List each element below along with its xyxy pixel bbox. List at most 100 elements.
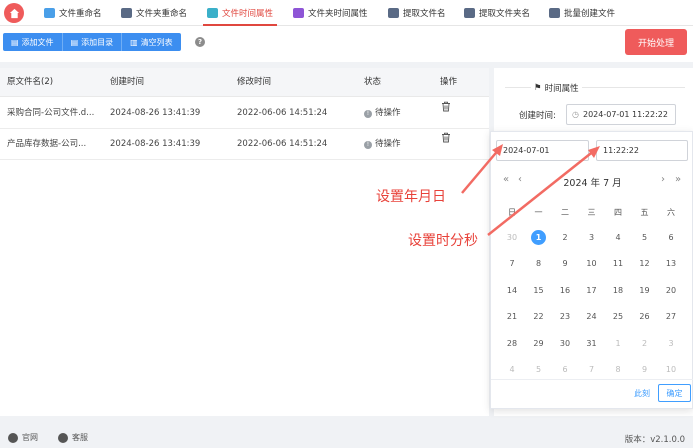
picker-date-input[interactable]: 2024-07-01 bbox=[496, 140, 589, 161]
calendar-day[interactable]: 8 bbox=[605, 361, 631, 379]
calendar-day[interactable]: 24 bbox=[579, 308, 605, 326]
calendar-day[interactable]: 1 bbox=[605, 335, 631, 353]
next-year-button[interactable]: » bbox=[675, 174, 681, 185]
cell-created: 2024-08-26 13:41:39 bbox=[110, 108, 201, 118]
flag-icon: ⚑ bbox=[534, 83, 542, 93]
calendar-day-label: 22 bbox=[533, 312, 544, 321]
calendar-day[interactable]: 2 bbox=[632, 335, 658, 353]
calendar-day[interactable]: 20 bbox=[658, 282, 684, 300]
next-month-button[interactable]: › bbox=[661, 174, 665, 185]
calendar-day[interactable]: 25 bbox=[605, 308, 631, 326]
start-process-button[interactable]: 开始处理 bbox=[625, 29, 687, 55]
calendar-day[interactable]: 15 bbox=[526, 282, 552, 300]
calendar-day[interactable]: 9 bbox=[632, 361, 658, 379]
confirm-button[interactable]: 确定 bbox=[658, 384, 691, 402]
calendar-day-label: 27 bbox=[665, 312, 677, 321]
prev-month-button[interactable]: ‹ bbox=[518, 174, 522, 185]
delete-row-button[interactable] bbox=[441, 126, 451, 157]
calendar-day[interactable]: 19 bbox=[632, 282, 658, 300]
calendar-day[interactable]: 30 bbox=[499, 229, 525, 247]
calendar-day-label: 7 bbox=[509, 259, 515, 268]
calendar-day-label: 28 bbox=[506, 338, 518, 348]
support-label: 客服 bbox=[72, 433, 88, 442]
delete-row-button[interactable] bbox=[441, 95, 451, 126]
calendar-day[interactable]: 30 bbox=[552, 335, 578, 353]
calendar-day[interactable]: 3 bbox=[579, 229, 605, 247]
tab-folder-time[interactable]: 文件夹时间属性 bbox=[293, 0, 368, 26]
calendar-day[interactable]: 18 bbox=[605, 282, 631, 300]
calendar-day[interactable]: 8 bbox=[526, 255, 552, 273]
status-icon: ! bbox=[364, 140, 372, 149]
col-modified: 修改时间 bbox=[237, 77, 272, 87]
calendar-day[interactable]: 16 bbox=[552, 282, 578, 300]
calendar-day[interactable]: 27 bbox=[658, 308, 684, 326]
weekday-header: 五 bbox=[640, 208, 649, 217]
picker-header: 2024 年 7 月 « ‹ › » bbox=[491, 172, 693, 190]
file-time-icon bbox=[207, 8, 218, 18]
cell-created: 2024-08-26 13:41:39 bbox=[110, 139, 201, 149]
calendar-day[interactable]: 28 bbox=[499, 335, 525, 353]
calendar-day[interactable]: 29 bbox=[526, 335, 552, 353]
created-time-input[interactable]: ◷ 2024-07-01 11:22:22 bbox=[566, 104, 676, 125]
picker-footer-divider bbox=[491, 379, 693, 380]
add-file-button[interactable]: ▤ 添加文件 bbox=[3, 33, 63, 51]
calendar-day-label: 2 bbox=[562, 232, 568, 242]
help-icon[interactable]: ? bbox=[195, 37, 205, 47]
calendar-day[interactable]: 7 bbox=[579, 361, 605, 379]
calendar-day[interactable]: 9 bbox=[552, 255, 578, 273]
calendar-day[interactable]: 4 bbox=[499, 361, 525, 379]
tab-folder-rename[interactable]: 文件夹重命名 bbox=[121, 0, 187, 26]
weekday-header: 四 bbox=[614, 208, 622, 217]
calendar-day-label: 29 bbox=[533, 338, 544, 348]
calendar-day[interactable]: 12 bbox=[632, 255, 658, 273]
tab-extract-foldername[interactable]: 提取文件夹名 bbox=[464, 0, 530, 26]
trash-icon bbox=[442, 132, 450, 143]
calendar-day[interactable]: 6 bbox=[552, 361, 578, 379]
table-row[interactable]: 采购合同-公司文件.d... 2024-08-26 13:41:39 2022-… bbox=[0, 98, 489, 129]
calendar-day[interactable]: 31 bbox=[579, 335, 605, 353]
calendar-day-label: 17 bbox=[586, 285, 597, 295]
calendar-day[interactable]: 13 bbox=[658, 255, 684, 273]
calendar-day-label: 16 bbox=[559, 285, 571, 295]
calendar-day[interactable]: 11 bbox=[605, 255, 631, 273]
calendar-day[interactable]: 3 bbox=[658, 335, 684, 353]
tab-batch-create[interactable]: 批量创建文件 bbox=[549, 0, 615, 26]
website-link[interactable]: 官网 bbox=[8, 432, 38, 443]
now-button[interactable]: 此刻 bbox=[634, 388, 650, 399]
calendar-day-label: 3 bbox=[588, 232, 595, 242]
prev-year-button[interactable]: « bbox=[503, 174, 509, 185]
calendar-day[interactable]: 7 bbox=[499, 255, 525, 273]
calendar-day[interactable]: 5 bbox=[526, 361, 552, 379]
calendar-day-label: 1 bbox=[615, 338, 621, 348]
calendar-day-label: 2 bbox=[641, 338, 648, 348]
folder-icon: ▤ bbox=[70, 37, 79, 47]
calendar-day[interactable]: 26 bbox=[632, 308, 658, 326]
add-folder-label: 添加目录 bbox=[81, 37, 114, 47]
calendar-day[interactable]: 17 bbox=[579, 282, 605, 300]
calendar-day[interactable]: 6 bbox=[658, 229, 684, 247]
calendar-day-selected[interactable]: 1 bbox=[526, 229, 552, 247]
folder-time-icon bbox=[293, 8, 304, 18]
calendar-day-label: 6 bbox=[668, 232, 674, 242]
calendar-day[interactable]: 2 bbox=[552, 229, 578, 247]
calendar-day[interactable]: 21 bbox=[499, 308, 525, 326]
tab-file-rename[interactable]: 文件重命名 bbox=[44, 0, 102, 26]
calendar-day[interactable]: 4 bbox=[605, 229, 631, 247]
calendar-day[interactable]: 5 bbox=[632, 229, 658, 247]
tab-extract-filename[interactable]: 提取文件名 bbox=[388, 0, 446, 26]
weekday-header: 三 bbox=[587, 208, 596, 217]
calendar-day[interactable]: 10 bbox=[658, 361, 684, 379]
picker-time-input[interactable]: 11:22:22 bbox=[596, 140, 688, 161]
calendar-day[interactable]: 23 bbox=[552, 308, 578, 326]
calendar-day[interactable]: 14 bbox=[499, 282, 525, 300]
tab-file-time[interactable]: 文件时间属性 bbox=[202, 0, 278, 26]
calendar-day[interactable]: 22 bbox=[526, 308, 552, 326]
add-folder-button[interactable]: ▤ 添加目录 bbox=[62, 33, 123, 51]
col-action: 操作 bbox=[440, 77, 458, 87]
support-link[interactable]: 客服 bbox=[58, 432, 88, 443]
calendar-day[interactable]: 10 bbox=[579, 255, 605, 273]
clear-list-button[interactable]: ▥ 清空列表 bbox=[122, 33, 181, 51]
home-button[interactable] bbox=[4, 3, 24, 23]
table-row[interactable]: 产品库存数据-公司... 2024-08-26 13:41:39 2022-06… bbox=[0, 129, 489, 160]
weekday-header: 二 bbox=[561, 208, 569, 217]
